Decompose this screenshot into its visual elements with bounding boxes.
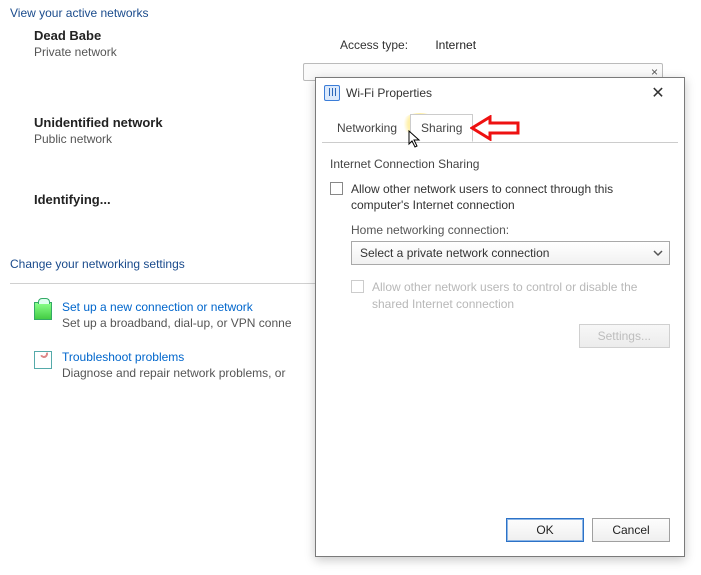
home-connection-label: Home networking connection: [351, 223, 670, 237]
wifi-properties-dialog: Wi-Fi Properties ✕ Networking Sharing In… [315, 77, 685, 557]
link-desc: Diagnose and repair network problems, or [62, 364, 285, 380]
titlebar[interactable]: Wi-Fi Properties ✕ [316, 78, 684, 108]
checkbox-disabled [351, 280, 364, 293]
link-desc: Set up a broadband, dial-up, or VPN conn… [62, 314, 292, 330]
link-title: Set up a new connection or network [62, 300, 292, 314]
setup-icon [34, 302, 52, 320]
dialog-title: Wi-Fi Properties [346, 86, 432, 100]
select-value: Select a private network connection [360, 246, 549, 260]
access-type-value: Internet [435, 38, 476, 52]
tab-sharing[interactable]: Sharing [410, 114, 473, 142]
cancel-button[interactable]: Cancel [592, 518, 670, 542]
link-title: Troubleshoot problems [62, 350, 285, 364]
ok-button[interactable]: OK [506, 518, 584, 542]
settings-button: Settings... [579, 324, 670, 348]
checkbox-label: Allow other network users to connect thr… [351, 181, 670, 213]
chevron-down-icon [651, 246, 665, 260]
access-type-label: Access type: [340, 38, 432, 52]
close-button[interactable]: ✕ [640, 80, 676, 106]
group-title: Internet Connection Sharing [330, 151, 670, 181]
troubleshoot-icon [34, 351, 52, 369]
home-connection-select[interactable]: Select a private network connection [351, 241, 670, 265]
access-type-row: Access type: Internet [340, 38, 476, 52]
section-active-networks: View your active networks [10, 0, 671, 28]
checkbox-label: Allow other network users to control or … [372, 279, 670, 311]
allow-connect-checkbox-row[interactable]: Allow other network users to connect thr… [330, 181, 670, 213]
wifi-icon [324, 85, 340, 101]
allow-control-checkbox-row: Allow other network users to control or … [351, 279, 670, 311]
checkbox[interactable] [330, 182, 343, 195]
tab-networking[interactable]: Networking [326, 114, 408, 142]
